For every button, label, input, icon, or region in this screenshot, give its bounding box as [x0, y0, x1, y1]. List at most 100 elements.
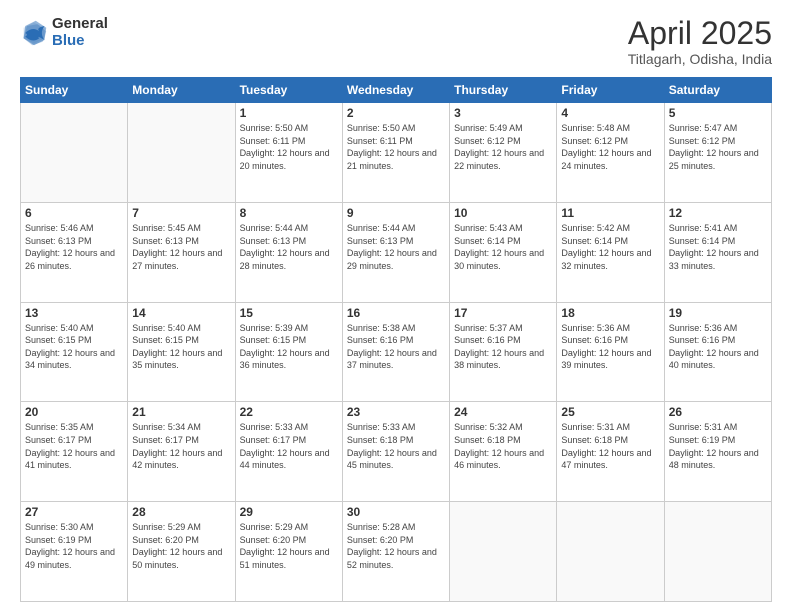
day-number: 25 — [561, 405, 659, 419]
day-cell — [664, 502, 771, 602]
day-number: 11 — [561, 206, 659, 220]
day-cell: 2 Sunrise: 5:50 AM Sunset: 6:11 PM Daylig… — [342, 103, 449, 203]
day-cell: 14 Sunrise: 5:40 AM Sunset: 6:15 PM Dayli… — [128, 302, 235, 402]
day-cell — [557, 502, 664, 602]
top-section: General Blue April 2025 Titlagarh, Odish… — [20, 16, 772, 67]
day-number: 30 — [347, 505, 445, 519]
day-number: 24 — [454, 405, 552, 419]
day-cell: 16Sunrise: 5:38 AM Sunset: 6:16 PM Dayli… — [342, 302, 449, 402]
day-info: Sunrise: 5:34 AM Sunset: 6:17 PM Dayligh… — [132, 421, 230, 471]
day-info: Sunrise: 5:47 AM Sunset: 6:12 PM Dayligh… — [669, 122, 767, 172]
day-info: Sunrise: 5:36 AM Sunset: 6:16 PM Dayligh… — [669, 322, 767, 372]
day-number: 10 — [454, 206, 552, 220]
day-info: Sunrise: 5:32 AM Sunset: 6:18 PM Dayligh… — [454, 421, 552, 471]
day-number: 20 — [25, 405, 123, 419]
day-number: 2 — [347, 106, 445, 120]
weekday-header: Saturday — [664, 78, 771, 103]
day-cell: 22 Sunrise: 5:33 AM Sunset: 6:17 PM Dayli… — [235, 402, 342, 502]
logo-general: General — [52, 16, 108, 33]
day-cell — [128, 103, 235, 203]
weekday-header: Monday — [128, 78, 235, 103]
day-cell: 4 Sunrise: 5:48 AM Sunset: 6:12 PM Daylig… — [557, 103, 664, 203]
weekday-header: Thursday — [450, 78, 557, 103]
day-number: 9 — [347, 206, 445, 220]
day-number: 6 — [25, 206, 123, 220]
day-number: 14 — [132, 306, 230, 320]
day-number: 13 — [25, 306, 123, 320]
day-info: Sunrise: 5:36 AM Sunset: 6:16 PM Dayligh… — [561, 322, 659, 372]
day-cell: 8 Sunrise: 5:44 AM Sunset: 6:13 PM Daylig… — [235, 202, 342, 302]
day-cell: 11 Sunrise: 5:42 AM Sunset: 6:14 PM Dayli… — [557, 202, 664, 302]
day-number: 5 — [669, 106, 767, 120]
day-number: 27 — [25, 505, 123, 519]
day-info: Sunrise: 5:44 AM Sunset: 6:13 PM Dayligh… — [347, 222, 445, 272]
day-info: Sunrise: 5:29 AM Sunset: 6:20 PM Dayligh… — [240, 521, 338, 571]
day-number: 8 — [240, 206, 338, 220]
day-number: 18 — [561, 306, 659, 320]
day-cell: 30 Sunrise: 5:28 AM Sunset: 6:20 PM Dayli… — [342, 502, 449, 602]
header-row: SundayMondayTuesdayWednesdayThursdayFrid… — [21, 78, 772, 103]
day-number: 26 — [669, 405, 767, 419]
day-cell: 21 Sunrise: 5:34 AM Sunset: 6:17 PM Dayli… — [128, 402, 235, 502]
weekday-header: Friday — [557, 78, 664, 103]
day-cell: 9 Sunrise: 5:44 AM Sunset: 6:13 PM Daylig… — [342, 202, 449, 302]
day-number: 29 — [240, 505, 338, 519]
day-info: Sunrise: 5:49 AM Sunset: 6:12 PM Dayligh… — [454, 122, 552, 172]
day-cell — [21, 103, 128, 203]
day-info: Sunrise: 5:41 AM Sunset: 6:14 PM Dayligh… — [669, 222, 767, 272]
week-row: 6 Sunrise: 5:46 AM Sunset: 6:13 PM Daylig… — [21, 202, 772, 302]
day-cell: 19Sunrise: 5:36 AM Sunset: 6:16 PM Dayli… — [664, 302, 771, 402]
day-cell — [450, 502, 557, 602]
day-info: Sunrise: 5:50 AM Sunset: 6:11 PM Dayligh… — [347, 122, 445, 172]
day-info: Sunrise: 5:40 AM Sunset: 6:15 PM Dayligh… — [25, 322, 123, 372]
day-cell: 18 Sunrise: 5:36 AM Sunset: 6:16 PM Dayli… — [557, 302, 664, 402]
day-info: Sunrise: 5:45 AM Sunset: 6:13 PM Dayligh… — [132, 222, 230, 272]
day-info: Sunrise: 5:40 AM Sunset: 6:15 PM Dayligh… — [132, 322, 230, 372]
day-info: Sunrise: 5:29 AM Sunset: 6:20 PM Dayligh… — [132, 521, 230, 571]
day-info: Sunrise: 5:30 AM Sunset: 6:19 PM Dayligh… — [25, 521, 123, 571]
day-cell: 5 Sunrise: 5:47 AM Sunset: 6:12 PM Daylig… — [664, 103, 771, 203]
subtitle: Titlagarh, Odisha, India — [628, 51, 772, 67]
day-info: Sunrise: 5:48 AM Sunset: 6:12 PM Dayligh… — [561, 122, 659, 172]
day-cell: 17Sunrise: 5:37 AM Sunset: 6:16 PM Dayli… — [450, 302, 557, 402]
main-title: April 2025 — [628, 16, 772, 51]
day-info: Sunrise: 5:37 AM Sunset: 6:16 PM Dayligh… — [454, 322, 552, 372]
day-info: Sunrise: 5:42 AM Sunset: 6:14 PM Dayligh… — [561, 222, 659, 272]
day-number: 1 — [240, 106, 338, 120]
day-info: Sunrise: 5:44 AM Sunset: 6:13 PM Dayligh… — [240, 222, 338, 272]
day-number: 21 — [132, 405, 230, 419]
day-number: 3 — [454, 106, 552, 120]
logo-text: General Blue — [52, 16, 108, 49]
day-info: Sunrise: 5:35 AM Sunset: 6:17 PM Dayligh… — [25, 421, 123, 471]
day-cell: 26Sunrise: 5:31 AM Sunset: 6:19 PM Dayli… — [664, 402, 771, 502]
title-section: April 2025 Titlagarh, Odisha, India — [628, 16, 772, 67]
week-row: 1 Sunrise: 5:50 AM Sunset: 6:11 PM Daylig… — [21, 103, 772, 203]
day-info: Sunrise: 5:50 AM Sunset: 6:11 PM Dayligh… — [240, 122, 338, 172]
day-cell: 28Sunrise: 5:29 AM Sunset: 6:20 PM Dayli… — [128, 502, 235, 602]
day-info: Sunrise: 5:28 AM Sunset: 6:20 PM Dayligh… — [347, 521, 445, 571]
day-cell: 15 Sunrise: 5:39 AM Sunset: 6:15 PM Dayli… — [235, 302, 342, 402]
page: General Blue April 2025 Titlagarh, Odish… — [0, 0, 792, 612]
day-cell: 10Sunrise: 5:43 AM Sunset: 6:14 PM Dayli… — [450, 202, 557, 302]
day-number: 23 — [347, 405, 445, 419]
week-row: 13 Sunrise: 5:40 AM Sunset: 6:15 PM Dayli… — [21, 302, 772, 402]
day-number: 15 — [240, 306, 338, 320]
day-cell: 6 Sunrise: 5:46 AM Sunset: 6:13 PM Daylig… — [21, 202, 128, 302]
day-number: 16 — [347, 306, 445, 320]
day-info: Sunrise: 5:46 AM Sunset: 6:13 PM Dayligh… — [25, 222, 123, 272]
day-number: 4 — [561, 106, 659, 120]
weekday-header: Sunday — [21, 78, 128, 103]
day-info: Sunrise: 5:33 AM Sunset: 6:17 PM Dayligh… — [240, 421, 338, 471]
week-row: 27 Sunrise: 5:30 AM Sunset: 6:19 PM Dayli… — [21, 502, 772, 602]
day-cell: 25Sunrise: 5:31 AM Sunset: 6:18 PM Dayli… — [557, 402, 664, 502]
weekday-header: Wednesday — [342, 78, 449, 103]
logo: General Blue — [20, 16, 108, 49]
day-info: Sunrise: 5:39 AM Sunset: 6:15 PM Dayligh… — [240, 322, 338, 372]
day-cell: 29 Sunrise: 5:29 AM Sunset: 6:20 PM Dayli… — [235, 502, 342, 602]
week-row: 20 Sunrise: 5:35 AM Sunset: 6:17 PM Dayli… — [21, 402, 772, 502]
day-number: 22 — [240, 405, 338, 419]
day-cell: 20 Sunrise: 5:35 AM Sunset: 6:17 PM Dayli… — [21, 402, 128, 502]
day-cell: 13 Sunrise: 5:40 AM Sunset: 6:15 PM Dayli… — [21, 302, 128, 402]
logo-icon — [20, 19, 48, 47]
day-number: 7 — [132, 206, 230, 220]
